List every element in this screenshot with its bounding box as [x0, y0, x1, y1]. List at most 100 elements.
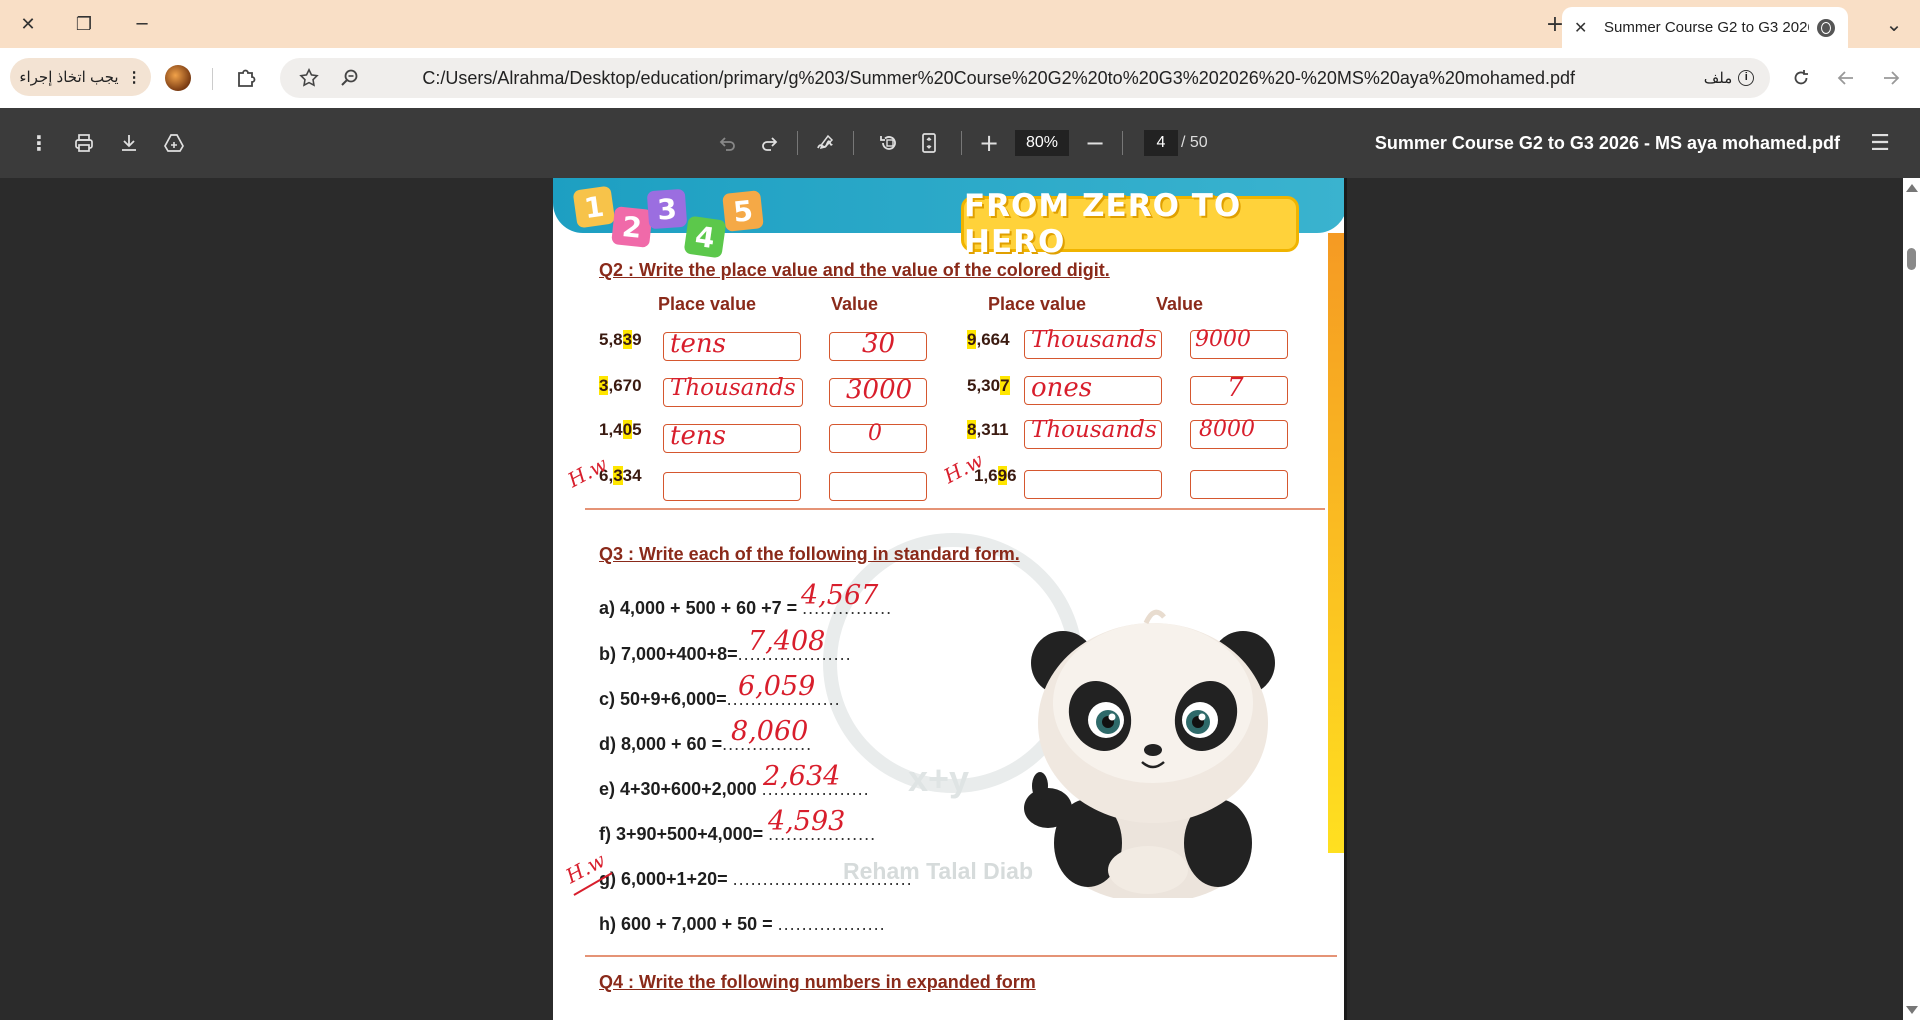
- scroll-up-arrow[interactable]: [1906, 184, 1918, 192]
- tab-search-button[interactable]: ⌄: [1874, 8, 1914, 40]
- q3-item: h) 600 + 7,000 + 50 = ..................: [599, 914, 886, 934]
- place-value-answer-box[interactable]: Thousands: [663, 375, 803, 407]
- active-tab[interactable]: ✕ Summer Course G2 to G3 2026: [1562, 7, 1848, 48]
- address-bar[interactable]: C:/Users/Alrahma/Desktop/education/prima…: [280, 58, 1770, 98]
- scroll-down-arrow[interactable]: [1906, 1006, 1918, 1014]
- site-chip-label: ملف: [1703, 70, 1733, 87]
- pdf-toolbar: ⋮ + 80% − 4 / 50 Summer Course G2 to G3 …: [0, 108, 1920, 178]
- arrow-right-icon: [1884, 71, 1900, 85]
- value-answer-box[interactable]: 3000: [829, 375, 927, 407]
- from-zero-to-hero-banner: FROM ZERO TO HERO: [961, 188, 1299, 260]
- place-value-answer-box[interactable]: ones: [1024, 373, 1162, 405]
- zoom-page-button[interactable]: [335, 63, 365, 93]
- restore-window-button[interactable]: ❐: [64, 8, 104, 40]
- col-header-value-left: Value: [831, 294, 879, 314]
- forward-button[interactable]: [1876, 63, 1906, 93]
- q2-number: 3,670: [599, 376, 642, 395]
- redo-button[interactable]: [754, 128, 784, 158]
- q3-title: Q3 : Write each of the following in stan…: [599, 544, 1020, 564]
- close-icon: ✕: [20, 13, 36, 35]
- pdf-menu-button[interactable]: ⋮: [24, 128, 54, 158]
- print-button[interactable]: [69, 128, 99, 158]
- place-value-answer-box[interactable]: Thousands: [1024, 327, 1162, 359]
- toolbar-divider: [212, 68, 213, 90]
- scroll-thumb[interactable]: [1907, 248, 1916, 270]
- bookmark-star-button[interactable]: [294, 63, 324, 93]
- place-value-answer-box[interactable]: Thousands: [1024, 417, 1162, 449]
- value-answer-box[interactable]: 8000: [1190, 417, 1288, 449]
- q2-title: Q2 : Write the place value and the value…: [599, 260, 1110, 280]
- q2-number: 5,307: [967, 376, 1010, 395]
- drive-icon: [164, 134, 184, 152]
- q3-item: g) 6,000+1+20= .........................…: [599, 869, 913, 889]
- pen-icon: [817, 134, 834, 150]
- action-required-button[interactable]: يجب اتخاذ إجراء ⋮: [10, 58, 151, 96]
- zoom-level-input[interactable]: 80%: [1015, 130, 1069, 156]
- q2-number: 5,839: [599, 330, 642, 349]
- rotate-button[interactable]: [874, 128, 904, 158]
- url-text: C:/Users/Alrahma/Desktop/education/prima…: [422, 68, 1575, 88]
- download-icon: [122, 135, 136, 151]
- handwritten-answer: 4,593: [768, 806, 846, 837]
- pdf-viewer[interactable]: 1 2 3 4 5 FROM ZERO TO HERO x+y Reham Ta…: [0, 178, 1920, 1020]
- col-header-value-right: Value: [1156, 294, 1204, 314]
- tab-close-icon[interactable]: ✕: [1574, 18, 1594, 37]
- action-label: يجب اتخاذ إجراء: [19, 69, 119, 86]
- number-block: 3: [646, 188, 688, 230]
- minimize-window-button[interactable]: ─: [122, 8, 162, 40]
- q2-number: 8,311: [967, 420, 1009, 439]
- globe-icon: [1817, 18, 1835, 37]
- value-answer-box[interactable]: [1190, 470, 1288, 499]
- profile-avatar[interactable]: [165, 65, 191, 91]
- number-block: 4: [683, 215, 727, 259]
- handwritten-answer: 6,059: [738, 671, 816, 702]
- place-value-answer-box[interactable]: tens: [663, 329, 801, 361]
- more-vert-icon: ⋮: [126, 69, 142, 86]
- value-answer-box[interactable]: 7: [1190, 373, 1288, 405]
- page-total: / 50: [1181, 134, 1208, 151]
- q2-number: 1,405: [599, 420, 642, 439]
- section-divider: [585, 508, 1325, 510]
- reload-button[interactable]: [1786, 63, 1816, 93]
- tab-bar: ✕ ❐ ─ + ✕ Summer Course G2 to G3 2026 ⌄: [0, 0, 1920, 48]
- site-info-chip[interactable]: ملف i: [1688, 58, 1770, 98]
- print-icon: [75, 134, 93, 152]
- zoom-out-button[interactable]: −: [1080, 128, 1110, 158]
- handwritten-answer: 4,567: [801, 580, 879, 611]
- download-button[interactable]: [114, 128, 144, 158]
- annotate-button[interactable]: [810, 128, 840, 158]
- page-number-input[interactable]: 4: [1144, 130, 1178, 156]
- value-answer-box[interactable]: [829, 472, 927, 501]
- q4-title: Q4 : Write the following numbers in expa…: [599, 972, 1036, 992]
- vertical-scrollbar[interactable]: [1903, 178, 1920, 1020]
- value-answer-box[interactable]: 30: [829, 329, 927, 361]
- place-value-answer-box[interactable]: [663, 472, 801, 501]
- save-to-drive-button[interactable]: [159, 128, 189, 158]
- tab-title: Summer Course G2 to G3 2026: [1604, 19, 1809, 36]
- pdf-page: 1 2 3 4 5 FROM ZERO TO HERO x+y Reham Ta…: [553, 178, 1347, 1020]
- value-answer-box[interactable]: 9000: [1190, 327, 1288, 359]
- undo-button[interactable]: [713, 128, 743, 158]
- value-answer-box[interactable]: 0: [829, 421, 927, 453]
- rotate-icon: [880, 136, 896, 150]
- number-block: 5: [722, 190, 764, 232]
- document-outline-button[interactable]: ☰: [1865, 128, 1895, 158]
- homework-mark: H.w: [563, 451, 612, 493]
- more-vert-icon: ⋮: [29, 131, 49, 155]
- fit-page-button[interactable]: [914, 128, 944, 158]
- restore-icon: ❐: [75, 13, 93, 35]
- toolbar-divider: [853, 131, 854, 155]
- extensions-button[interactable]: [231, 63, 261, 93]
- place-value-answer-box[interactable]: tens: [663, 421, 801, 453]
- place-value-answer-box[interactable]: [1024, 470, 1162, 499]
- close-window-button[interactable]: ✕: [8, 8, 48, 40]
- redo-icon: [762, 137, 778, 151]
- document-title: Summer Course G2 to G3 2026 - MS aya moh…: [1374, 133, 1840, 153]
- zoom-in-button[interactable]: +: [974, 128, 1004, 158]
- back-button[interactable]: [1831, 63, 1861, 93]
- panda-illustration: [1024, 609, 1275, 898]
- section-divider: [585, 955, 1337, 957]
- star-icon: [299, 67, 319, 87]
- q2-number: 9,664: [967, 330, 1010, 349]
- reload-icon: [1794, 70, 1808, 85]
